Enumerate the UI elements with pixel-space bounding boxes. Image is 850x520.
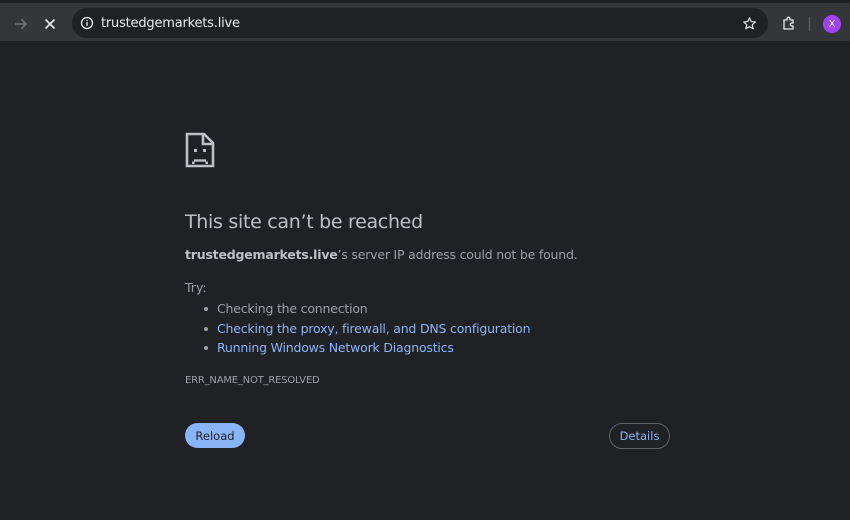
error-title: This site can’t be reached [185, 211, 423, 233]
toolbar-divider [809, 17, 810, 31]
suggestion-network-diagnostics-link[interactable]: Running Windows Network Diagnostics [204, 338, 675, 358]
error-content: This site can’t be reached trustedgemark… [185, 132, 675, 386]
error-host: trustedgemarkets.live [185, 247, 338, 262]
details-button[interactable]: Details [609, 423, 670, 449]
try-label: Try: [185, 280, 207, 295]
forward-button[interactable] [7, 10, 35, 38]
stop-loading-button[interactable] [36, 10, 64, 38]
error-code: ERR_NAME_NOT_RESOLVED [185, 374, 320, 386]
address-bar[interactable]: trustedgemarkets.live [72, 8, 768, 38]
browser-toolbar: trustedgemarkets.live X [0, 0, 850, 41]
profile-avatar[interactable]: X [823, 15, 841, 33]
reload-button[interactable]: Reload [185, 423, 245, 448]
extensions-puzzle-icon[interactable] [779, 14, 799, 34]
info-icon[interactable] [78, 14, 96, 32]
url-text[interactable]: trustedgemarkets.live [101, 16, 240, 31]
sad-document-icon [185, 132, 215, 168]
suggestions-list: Checking the connection Checking the pro… [204, 299, 675, 358]
bookmark-star-icon[interactable] [740, 14, 758, 32]
arrow-right-icon [15, 18, 28, 30]
close-icon [44, 18, 56, 30]
suggestion-check-connection: Checking the connection [204, 299, 675, 319]
suggestion-proxy-firewall-dns-link[interactable]: Checking the proxy, firewall, and DNS co… [204, 319, 675, 339]
error-description: trustedgemarkets.live’s server IP addres… [185, 247, 675, 262]
error-description-text: ’s server IP address could not be found. [337, 247, 578, 262]
